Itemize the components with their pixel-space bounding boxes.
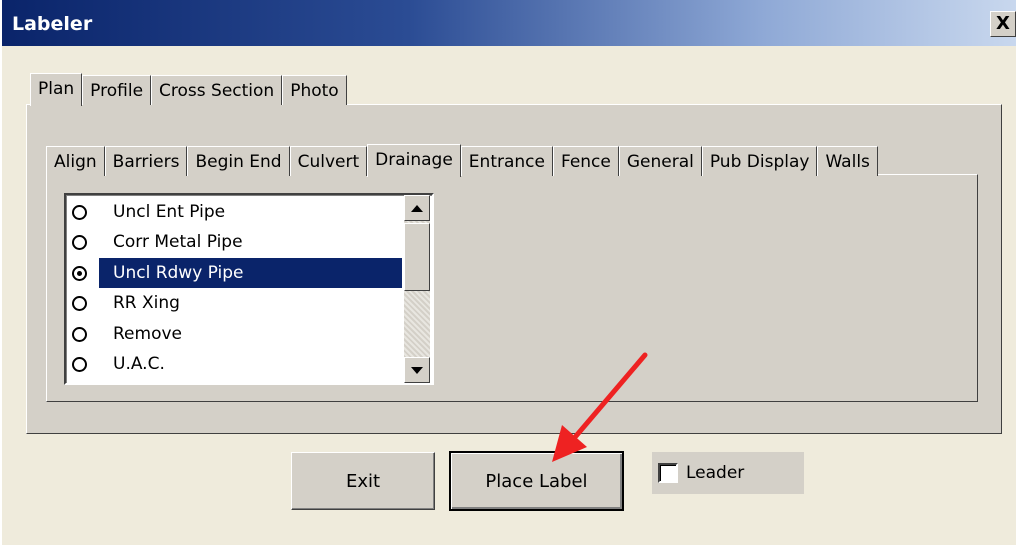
- tab-align[interactable]: Align: [46, 146, 105, 176]
- radio-icon[interactable]: [72, 234, 87, 250]
- radio-icon[interactable]: [72, 326, 87, 342]
- arrow-down-icon: [411, 366, 423, 374]
- tab-drainage[interactable]: Drainage: [367, 144, 461, 177]
- list-item-label: Uncl Ent Pipe: [113, 202, 226, 222]
- tab-culvert[interactable]: Culvert: [289, 146, 368, 176]
- close-icon: X: [996, 13, 1010, 34]
- tab-profile[interactable]: Profile: [82, 75, 152, 105]
- list-scrollbar[interactable]: [404, 195, 430, 383]
- leader-checkbox[interactable]: [658, 463, 678, 483]
- leader-option[interactable]: Leader: [652, 452, 804, 494]
- tab-entrance[interactable]: Entrance: [460, 146, 553, 176]
- list-item-label: Remove: [113, 324, 182, 344]
- tab-plan[interactable]: Plan: [30, 73, 83, 106]
- tab-fence[interactable]: Fence: [552, 146, 619, 176]
- tab-pub-display[interactable]: Pub Display: [701, 146, 818, 176]
- scroll-thumb[interactable]: [404, 223, 430, 291]
- tab-begin-end[interactable]: Begin End: [187, 146, 290, 176]
- radio-checked-icon[interactable]: [72, 265, 87, 281]
- list-item-label: RR Xing: [113, 293, 180, 313]
- scroll-up-button[interactable]: [404, 195, 430, 221]
- list-item[interactable]: Corr Metal Pipe: [66, 227, 402, 257]
- list-item[interactable]: Uncl Ent Pipe: [66, 197, 402, 227]
- title-bar[interactable]: Labeler X: [2, 0, 1016, 46]
- list-item[interactable]: RR Xing: [66, 288, 402, 318]
- place-label-button[interactable]: Place Label: [449, 451, 624, 511]
- list-item[interactable]: Remove: [66, 319, 402, 349]
- close-button[interactable]: X: [990, 11, 1016, 37]
- exit-button[interactable]: Exit: [291, 452, 435, 510]
- tab-photo[interactable]: Photo: [282, 75, 347, 105]
- tab-barriers[interactable]: Barriers: [104, 146, 188, 176]
- radio-icon[interactable]: [72, 295, 87, 311]
- arrow-up-icon: [411, 204, 423, 212]
- inner-tab-strip: Align Barriers Begin End Culvert Drainag…: [46, 143, 878, 177]
- outer-tab-strip: Plan Profile Cross Section Photo: [30, 73, 347, 106]
- radio-icon[interactable]: [72, 204, 87, 220]
- list-item[interactable]: Uncl Rdwy Pipe: [66, 258, 402, 288]
- scroll-down-button[interactable]: [404, 357, 430, 383]
- list-item-label: Corr Metal Pipe: [113, 232, 243, 252]
- drainage-listbox[interactable]: Uncl Ent Pipe Corr Metal Pipe Uncl Rdwy …: [64, 193, 434, 385]
- list-item-label: U.A.C.: [113, 354, 165, 374]
- tab-cross-section[interactable]: Cross Section: [151, 75, 283, 105]
- list-item[interactable]: U.A.C.: [66, 349, 402, 379]
- tab-general[interactable]: General: [618, 146, 702, 176]
- leader-label: Leader: [686, 463, 745, 483]
- radio-icon[interactable]: [72, 356, 87, 372]
- labeler-window: Labeler X Plan Profile Cross Section Pho…: [0, 0, 1016, 545]
- window-title: Labeler: [12, 13, 93, 35]
- tab-walls[interactable]: Walls: [817, 146, 878, 176]
- list-item-label: Uncl Rdwy Pipe: [99, 258, 402, 288]
